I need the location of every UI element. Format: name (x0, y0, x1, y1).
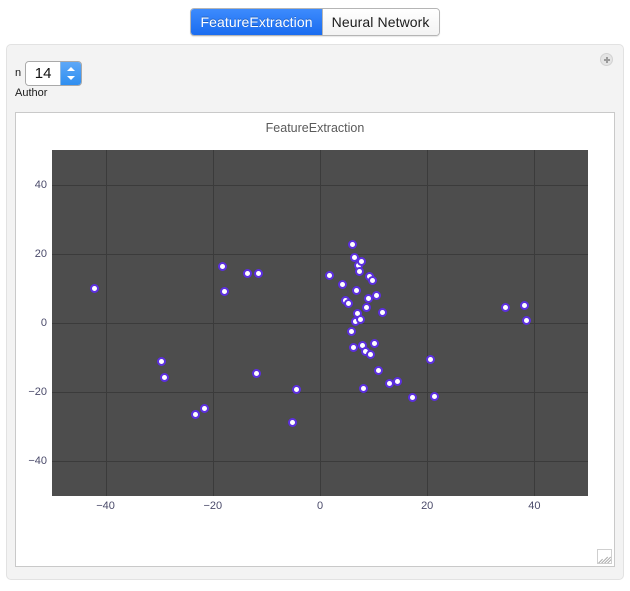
scatter-plot-area (52, 150, 588, 496)
data-point (520, 301, 530, 311)
y-tick-label: −40 (28, 455, 47, 468)
resize-handle[interactable] (597, 549, 612, 564)
data-point (348, 343, 358, 353)
plot-title: FeatureExtraction (265, 121, 365, 135)
data-point (90, 283, 100, 293)
data-point (425, 355, 435, 365)
data-point (287, 418, 297, 428)
y-axis-ticks: −40 −20 0 20 40 (16, 150, 47, 496)
control-area: n Author (7, 61, 623, 107)
x-tick-label: −20 (203, 500, 223, 512)
data-point (355, 267, 365, 277)
data-point (242, 269, 252, 279)
data-point (377, 308, 387, 318)
chevron-up-icon[interactable] (67, 67, 76, 71)
gridline-horizontal (52, 392, 588, 394)
data-point (325, 271, 335, 281)
data-point (365, 350, 375, 360)
data-point (522, 316, 532, 326)
data-point (370, 338, 380, 348)
n-label: n (15, 67, 22, 79)
tab-feature-extraction[interactable]: FeatureExtraction (191, 9, 322, 35)
data-point (347, 240, 357, 250)
data-point (254, 269, 264, 279)
y-tick-label: 0 (40, 317, 47, 329)
data-point (351, 285, 361, 295)
plot-panel: FeatureExtraction −40 −20 0 20 40 −40 −20 0 20 4… (15, 112, 615, 567)
data-point (368, 276, 378, 286)
x-tick-label: −40 (96, 500, 115, 512)
y-tick-label: −20 (28, 386, 47, 399)
data-point (361, 302, 371, 312)
x-tick-label: 40 (528, 500, 541, 512)
data-point (160, 373, 170, 383)
n-spinner-arrows[interactable] (60, 62, 82, 85)
data-point (291, 384, 301, 394)
data-point (407, 392, 417, 402)
y-tick-label: 20 (34, 247, 47, 260)
x-tick-label: 0 (316, 500, 324, 512)
data-point (252, 368, 262, 378)
data-point (217, 262, 227, 272)
tab-neural-network[interactable]: Neural Network (321, 9, 439, 35)
data-point (374, 365, 384, 375)
data-point (220, 286, 230, 296)
x-axis-ticks: −40 −20 0 20 40 (52, 500, 588, 516)
gridline-horizontal (52, 461, 588, 463)
data-point (157, 357, 167, 367)
data-point (372, 290, 382, 300)
data-point (344, 299, 354, 309)
chevron-down-icon[interactable] (67, 76, 76, 80)
data-point (199, 404, 209, 414)
data-point (346, 326, 356, 336)
data-point (430, 391, 440, 401)
data-point (392, 376, 402, 386)
n-control-row: n (15, 61, 83, 86)
data-point (338, 280, 347, 290)
n-input[interactable] (26, 62, 61, 85)
gridline-horizontal (52, 323, 588, 324)
manipulate-panel: n Author FeatureExtraction −40 −20 0 20 40 −… (6, 44, 624, 580)
tab-group: FeatureExtraction Neural Network (190, 8, 440, 36)
n-spinner[interactable] (25, 61, 83, 86)
tab-bar: FeatureExtraction Neural Network (0, 0, 630, 44)
x-tick-label: 20 (421, 500, 434, 512)
data-point (357, 256, 367, 266)
y-tick-label: 40 (34, 178, 47, 191)
gridline-horizontal (52, 184, 588, 186)
gridline-horizontal (52, 253, 588, 255)
author-label: Author (15, 87, 48, 99)
data-point (500, 302, 510, 312)
data-point (191, 410, 201, 420)
